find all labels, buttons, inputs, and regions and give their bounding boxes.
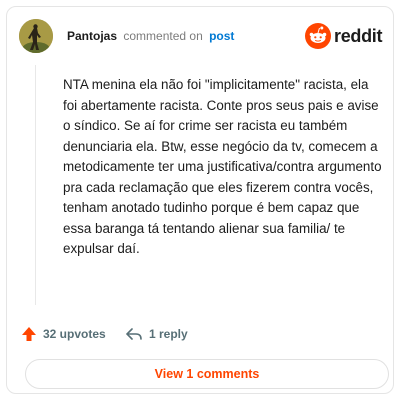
upvote-arrow-icon	[22, 327, 36, 341]
comment-actions: 32 upvotes 1 reply	[21, 323, 379, 345]
view-comments-button[interactable]: View 1 comments	[25, 359, 389, 389]
comment-card: Pantojas commented on post reddit NTA me…	[6, 6, 394, 394]
reply-count: 1 reply	[149, 327, 188, 341]
upvote-button[interactable]: 32 upvotes	[21, 325, 106, 343]
reddit-snoo-icon	[305, 23, 331, 49]
reddit-wordmark: reddit	[334, 26, 383, 46]
comment-meta: Pantojas commented on post	[67, 29, 234, 43]
reply-arrow-icon	[126, 328, 142, 340]
user-avatar[interactable]	[19, 19, 53, 53]
post-link[interactable]: post	[209, 29, 234, 43]
comment-header: Pantojas commented on post reddit	[19, 19, 383, 55]
avatar-figure-icon	[19, 19, 53, 53]
upvote-count: 32 upvotes	[43, 327, 106, 341]
thread-line	[35, 65, 36, 305]
comment-text: NTA menina ela não foi "implicitamente" …	[63, 77, 382, 256]
action-text: commented on	[123, 29, 203, 43]
reply-button[interactable]: 1 reply	[125, 325, 188, 343]
username-link[interactable]: Pantojas	[67, 29, 117, 43]
reddit-logo[interactable]: reddit	[305, 21, 383, 51]
